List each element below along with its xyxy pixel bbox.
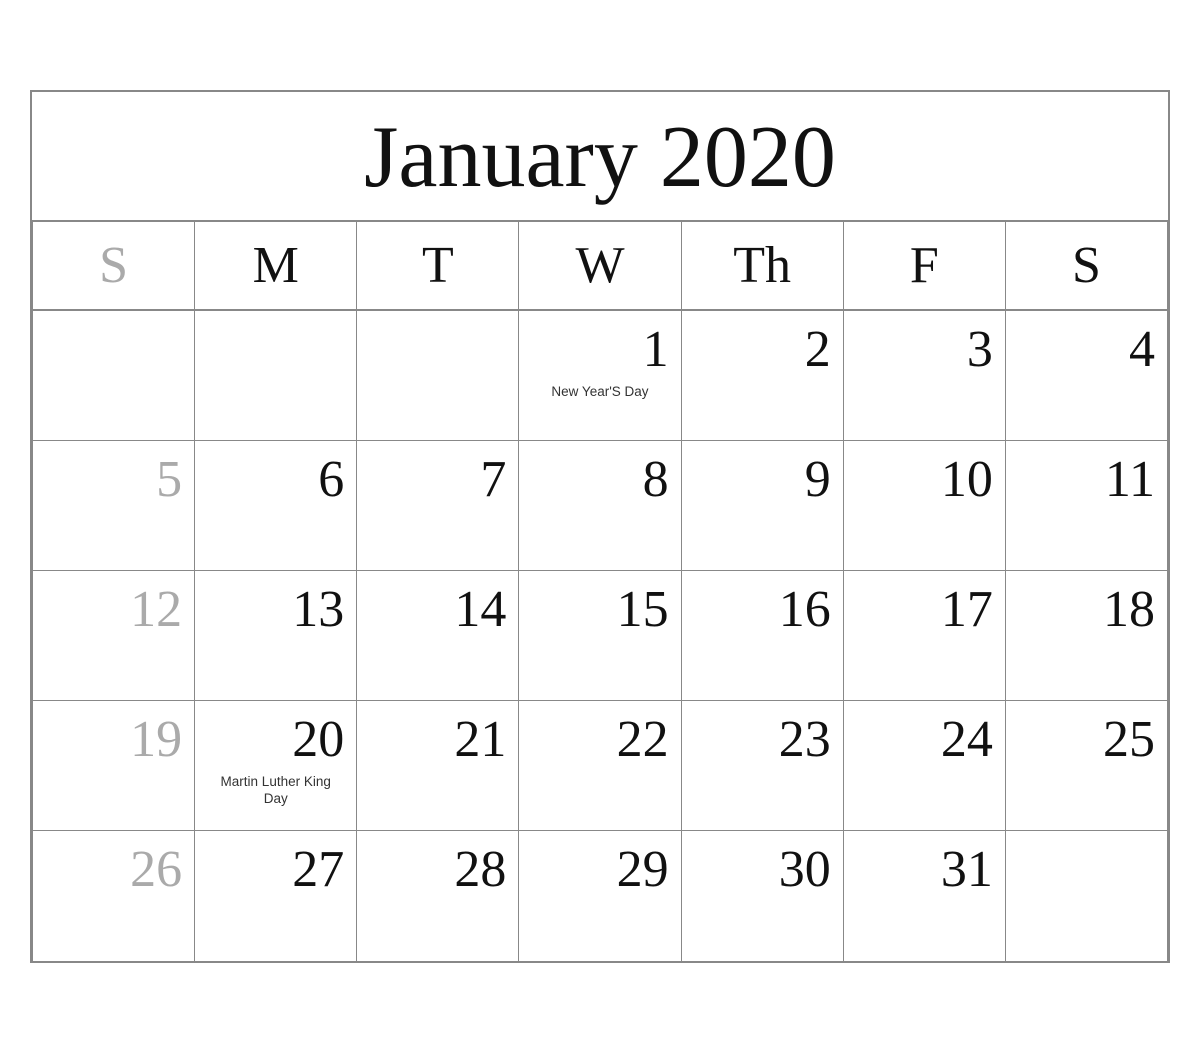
day-number: 17 — [856, 581, 993, 638]
day-cell: 2 — [682, 311, 844, 441]
day-number: 5 — [45, 451, 182, 508]
day-number: 29 — [531, 841, 668, 898]
calendar-title: January 2020 — [32, 92, 1168, 223]
day-cell: 13 — [195, 571, 357, 701]
day-cell: 15 — [519, 571, 681, 701]
day-cell — [1006, 831, 1168, 961]
calendar-container: January 2020 SMTWThFS1New Year'S Day2345… — [30, 90, 1170, 964]
day-cell: 28 — [357, 831, 519, 961]
day-cell — [357, 311, 519, 441]
day-number: 25 — [1018, 711, 1155, 768]
day-number: 1 — [531, 321, 668, 378]
day-cell: 11 — [1006, 441, 1168, 571]
day-number: 9 — [694, 451, 831, 508]
day-cell: 25 — [1006, 701, 1168, 831]
day-cell: 4 — [1006, 311, 1168, 441]
day-number: 14 — [369, 581, 506, 638]
day-number: 11 — [1018, 451, 1155, 508]
holiday-label: Martin Luther King Day — [207, 773, 344, 808]
day-cell: 31 — [844, 831, 1006, 961]
day-number: 30 — [694, 841, 831, 898]
day-cell: 18 — [1006, 571, 1168, 701]
day-number: 28 — [369, 841, 506, 898]
day-number: 8 — [531, 451, 668, 508]
day-cell: 1 New Year'S Day — [519, 311, 681, 441]
day-cell: 5 — [33, 441, 195, 571]
day-number: 22 — [531, 711, 668, 768]
day-cell: 23 — [682, 701, 844, 831]
day-number: 3 — [856, 321, 993, 378]
day-cell — [33, 311, 195, 441]
day-cell: 8 — [519, 441, 681, 571]
day-header: M — [195, 222, 357, 311]
day-header: W — [519, 222, 681, 311]
day-number: 6 — [207, 451, 344, 508]
day-number: 4 — [1018, 321, 1155, 378]
day-cell: 20 Martin Luther King Day — [195, 701, 357, 831]
day-number: 20 — [207, 711, 344, 768]
day-cell: 21 — [357, 701, 519, 831]
day-number: 21 — [369, 711, 506, 768]
day-number: 15 — [531, 581, 668, 638]
day-cell: 29 — [519, 831, 681, 961]
day-number: 31 — [856, 841, 993, 898]
day-cell: 9 — [682, 441, 844, 571]
day-number: 23 — [694, 711, 831, 768]
day-number: 13 — [207, 581, 344, 638]
day-cell: 19 — [33, 701, 195, 831]
day-cell: 26 — [33, 831, 195, 961]
day-number: 26 — [45, 841, 182, 898]
day-cell — [195, 311, 357, 441]
day-cell: 14 — [357, 571, 519, 701]
day-cell: 17 — [844, 571, 1006, 701]
day-cell: 24 — [844, 701, 1006, 831]
day-cell: 22 — [519, 701, 681, 831]
day-cell: 3 — [844, 311, 1006, 441]
day-cell: 6 — [195, 441, 357, 571]
day-cell: 7 — [357, 441, 519, 571]
day-cell: 10 — [844, 441, 1006, 571]
day-cell: 12 — [33, 571, 195, 701]
holiday-label: New Year'S Day — [531, 383, 668, 401]
day-number: 2 — [694, 321, 831, 378]
calendar-grid: SMTWThFS1New Year'S Day23456789101112131… — [32, 222, 1168, 961]
day-number: 19 — [45, 711, 182, 768]
day-number: 12 — [45, 581, 182, 638]
day-header: S — [1006, 222, 1168, 311]
day-cell: 27 — [195, 831, 357, 961]
day-number: 27 — [207, 841, 344, 898]
day-number: 10 — [856, 451, 993, 508]
day-number: 18 — [1018, 581, 1155, 638]
day-header: T — [357, 222, 519, 311]
day-header: Th — [682, 222, 844, 311]
day-cell: 30 — [682, 831, 844, 961]
day-number: 16 — [694, 581, 831, 638]
day-number: 7 — [369, 451, 506, 508]
day-header: F — [844, 222, 1006, 311]
day-header: S — [33, 222, 195, 311]
day-number: 24 — [856, 711, 993, 768]
day-cell: 16 — [682, 571, 844, 701]
